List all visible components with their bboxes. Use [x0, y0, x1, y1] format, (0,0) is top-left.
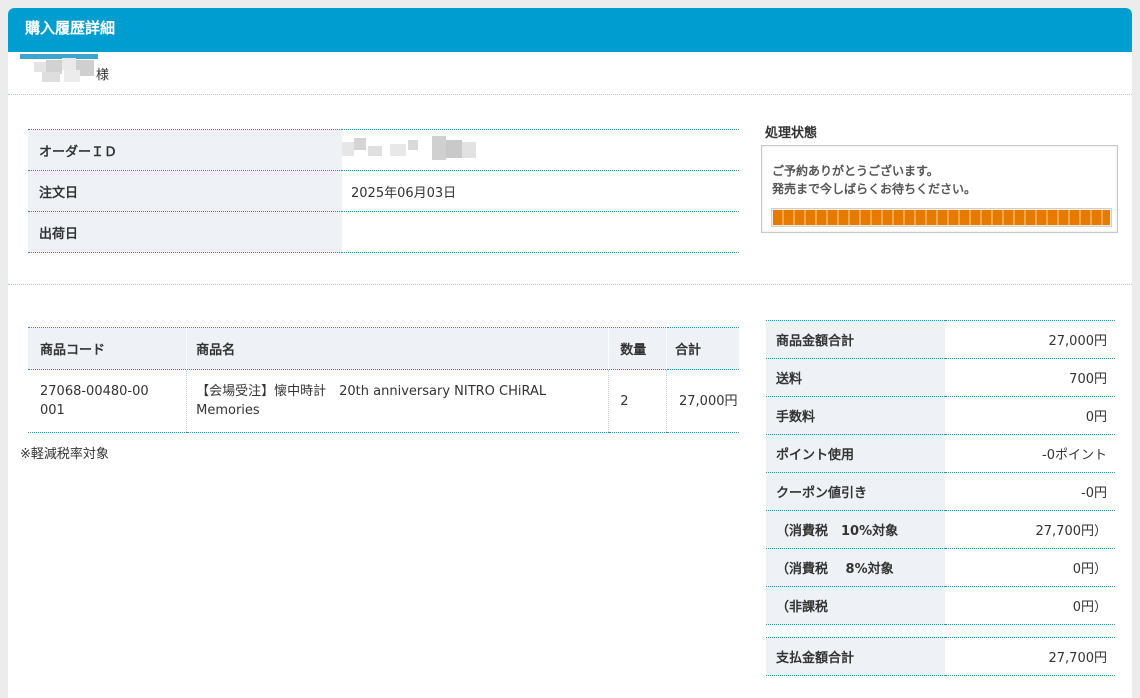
payment-total-label: 支払金額合計 — [766, 637, 945, 676]
col-header-qty: 数量 — [608, 327, 667, 370]
item-code: 27068-00480-00001 — [28, 369, 187, 433]
summary-label: （消費税 10%対象 — [766, 510, 945, 549]
summary-value: 0円） — [945, 548, 1115, 587]
item-name: 【会場受注】懐中時計 20th anniversary NITRO CHiRAL… — [186, 369, 609, 433]
order-date-label: 注文日 — [28, 170, 342, 212]
summary-value: 27,000円 — [945, 320, 1115, 359]
payment-summary-table: 商品金額合計 27,000円 送料 700円 手数料 0円 ポイント使用 -0ポイント … — [766, 320, 1115, 676]
summary-label: 商品金額合計 — [766, 320, 945, 359]
order-id-row: オーダーＩＤ — [28, 129, 739, 171]
customer-honorific: 様 — [96, 68, 110, 83]
ship-date-label: 出荷日 — [28, 211, 342, 253]
summary-value: -0円 — [945, 472, 1115, 511]
summary-value: 27,700円） — [945, 510, 1115, 549]
summary-label: （消費税 8%対象 — [766, 548, 945, 587]
summary-row: 手数料 0円 — [766, 396, 1115, 435]
summary-row: 商品金額合計 27,000円 — [766, 320, 1115, 359]
payment-total-value: 27,700円 — [945, 637, 1115, 676]
summary-label: ポイント使用 — [766, 434, 945, 473]
table-row: 27068-00480-00001 【会場受注】懐中時計 20th annive… — [28, 369, 739, 433]
status-progress-fill — [773, 210, 1110, 225]
items-table-header: 商品コード 商品名 数量 合計 — [28, 327, 739, 370]
summary-row: （非課税 0円） — [766, 586, 1115, 625]
order-info-section: オーダーＩＤ 注文日 2025年06月03日 出荷日 処理状態 ご予約ありがとう… — [8, 95, 1132, 285]
status-message: ご予約ありがとうございます。 発売まで今しばらくお待ちください。 — [772, 162, 976, 198]
summary-value: 0円 — [945, 396, 1115, 435]
summary-label: クーポン値引き — [766, 472, 945, 511]
order-info-table: オーダーＩＤ 注文日 2025年06月03日 出荷日 — [28, 129, 739, 253]
summary-label: （非課税 — [766, 586, 945, 625]
ship-date-row: 出荷日 — [28, 211, 739, 253]
summary-label: 手数料 — [766, 396, 945, 435]
status-message-line1: ご予約ありがとうございます。 — [772, 164, 939, 178]
status-box: ご予約ありがとうございます。 発売まで今しばらくお待ちください。 — [761, 145, 1118, 233]
summary-value: 0円） — [945, 586, 1115, 625]
order-date-row: 注文日 2025年06月03日 — [28, 170, 739, 212]
items-table: 商品コード 商品名 数量 合計 27068-00480-00001 【会場受注】… — [28, 327, 739, 433]
summary-value: 700円 — [945, 358, 1115, 397]
reduced-tax-note: ※軽減税率対象 — [20, 447, 109, 462]
summary-row: クーポン値引き -0円 — [766, 472, 1115, 511]
order-id-label: オーダーＩＤ — [28, 129, 342, 171]
order-id-value — [342, 129, 739, 171]
purchase-history-panel: 購入履歴詳細 様 オーダーＩＤ 注文日 2025年06月03日 出荷日 処理状態… — [8, 8, 1132, 698]
order-date-value: 2025年06月03日 — [342, 170, 739, 212]
summary-spacer — [766, 624, 1115, 638]
ship-date-value — [342, 211, 739, 253]
summary-row: ポイント使用 -0ポイント — [766, 434, 1115, 473]
col-header-name: 商品名 — [186, 327, 609, 370]
customer-name-redacted — [20, 54, 98, 82]
customer-name-row: 様 — [8, 52, 1132, 95]
status-message-line2: 発売まで今しばらくお待ちください。 — [772, 182, 977, 196]
summary-row: （消費税 10%対象 27,700円） — [766, 510, 1115, 549]
summary-label: 送料 — [766, 358, 945, 397]
page-title: 購入履歴詳細 — [8, 8, 1132, 52]
summary-value: -0ポイント — [945, 434, 1115, 473]
status-progress-bar — [771, 208, 1112, 227]
item-qty: 2 — [608, 369, 667, 433]
summary-row: （消費税 8%対象 0円） — [766, 548, 1115, 587]
col-header-code: 商品コード — [28, 327, 187, 370]
summary-row: 送料 700円 — [766, 358, 1115, 397]
summary-total-row: 支払金額合計 27,700円 — [766, 637, 1115, 676]
order-id-redacted — [342, 136, 486, 164]
status-title: 処理状態 — [765, 126, 818, 141]
item-total: 27,000円 — [666, 369, 739, 433]
col-header-total: 合計 — [666, 327, 739, 370]
